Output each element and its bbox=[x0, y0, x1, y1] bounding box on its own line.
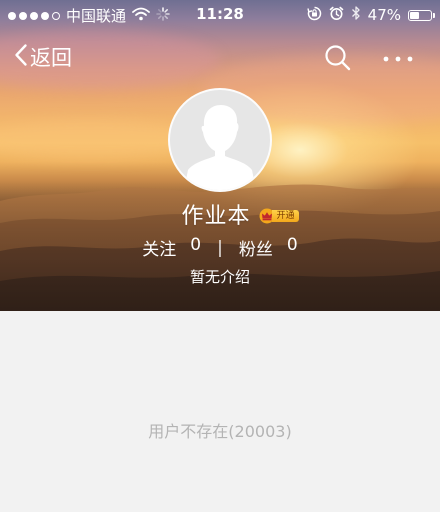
stats-divider: | bbox=[217, 237, 223, 258]
followers-count: 0 bbox=[286, 235, 298, 255]
followers-stat[interactable]: 粉丝 0 bbox=[239, 235, 298, 260]
bluetooth-icon bbox=[351, 5, 361, 25]
following-stat[interactable]: 关注 0 bbox=[142, 235, 201, 260]
search-button[interactable] bbox=[322, 42, 354, 74]
more-dots-icon bbox=[378, 56, 418, 78]
more-options-button[interactable] bbox=[378, 42, 418, 74]
search-icon bbox=[322, 45, 354, 78]
rotation-lock-icon bbox=[306, 6, 322, 25]
battery-percentage: 47% bbox=[367, 6, 401, 24]
following-label: 关注 bbox=[142, 240, 177, 260]
followers-label: 粉丝 bbox=[238, 240, 273, 260]
following-count: 0 bbox=[190, 235, 202, 255]
app-screen: 中国联通 11:28 47% 返回 作业本 开通 关注 0 | 粉丝 0 暂无介… bbox=[0, 0, 440, 512]
battery-cap bbox=[433, 12, 435, 18]
profile-bio: 暂无介绍 bbox=[189, 268, 250, 286]
chevron-left-icon bbox=[14, 43, 28, 72]
profile-stats: 关注 0 | 粉丝 0 bbox=[0, 235, 440, 260]
username: 作业本 bbox=[181, 204, 251, 229]
vip-badge[interactable]: 开通 bbox=[259, 208, 299, 224]
battery-icon bbox=[408, 9, 435, 21]
empty-state-message: 用户不存在(20003) bbox=[148, 422, 292, 441]
status-bar-right: 47% bbox=[306, 5, 435, 25]
status-bar: 中国联通 11:28 47% bbox=[0, 0, 440, 28]
default-avatar-icon bbox=[184, 105, 256, 190]
navigation-bar: 返回 bbox=[0, 38, 440, 78]
avatar[interactable] bbox=[168, 88, 272, 192]
battery-level bbox=[410, 11, 419, 19]
back-label: 返回 bbox=[30, 46, 72, 70]
back-button[interactable]: 返回 bbox=[14, 42, 72, 72]
alarm-icon bbox=[329, 6, 344, 25]
vip-badge-label: 开通 bbox=[271, 209, 299, 222]
profile-name-row: 作业本 开通 bbox=[0, 198, 440, 230]
